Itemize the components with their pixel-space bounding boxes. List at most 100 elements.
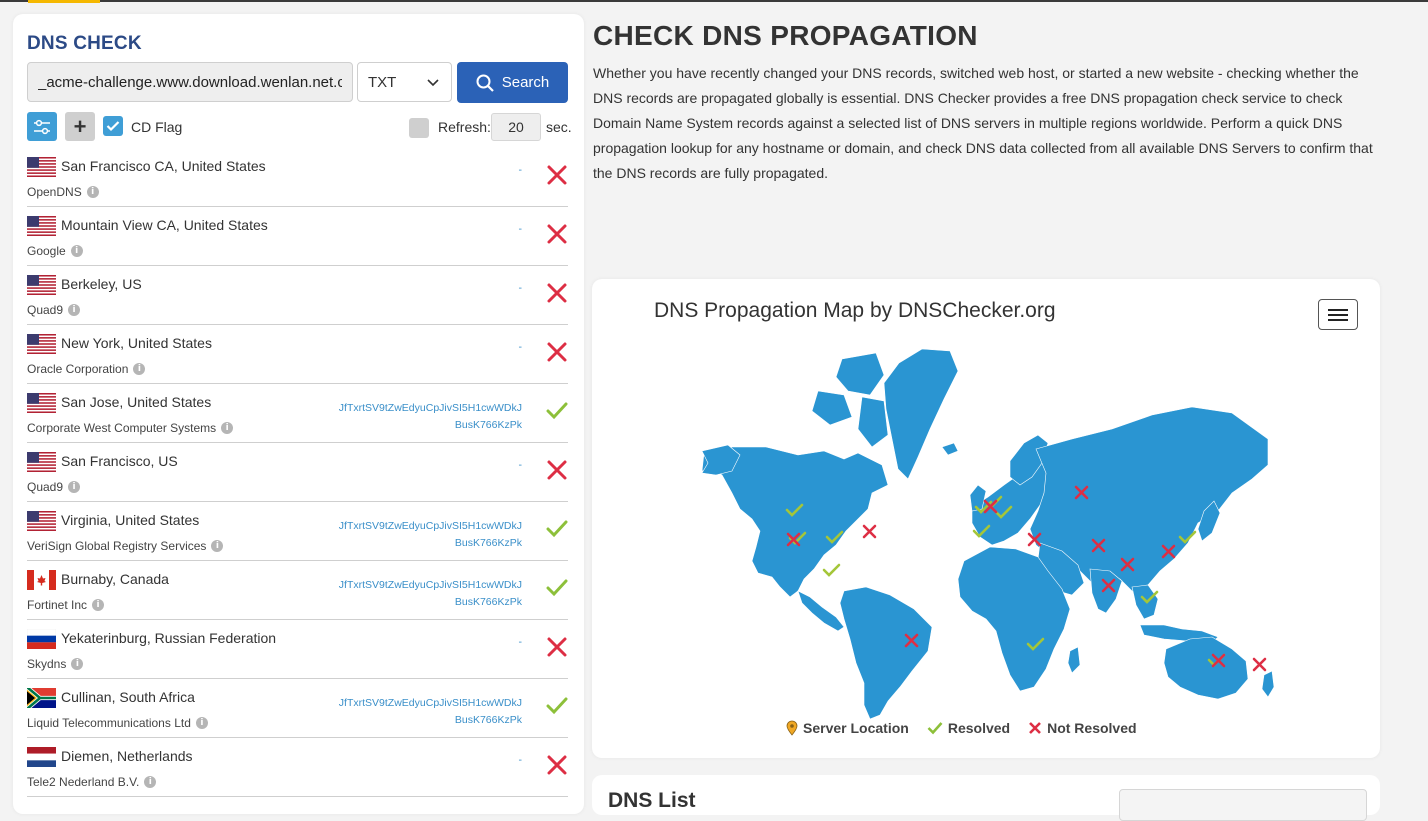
result-value: - [518, 164, 523, 176]
server-location: New York, United States [61, 335, 212, 351]
server-location: San Francisco, US [61, 453, 178, 469]
refresh-label: Refresh: [438, 119, 491, 135]
result-value: JfTxrtSV9tZwEdyuCpJivSI5H1cwWDkJ [338, 579, 522, 591]
result-cell: - [322, 221, 523, 238]
server-provider: Fortinet Inc i [27, 598, 105, 612]
server-provider: Corporate West Computer Systems i [27, 421, 234, 435]
land-australia [1163, 636, 1249, 700]
page-title: CHECK DNS PROPAGATION [593, 20, 978, 51]
result-cell: - [322, 339, 523, 356]
server-location: Diemen, Netherlands [61, 748, 193, 764]
info-icon[interactable]: i [86, 186, 99, 198]
server-location: Burnaby, Canada [61, 571, 169, 587]
cross-icon [1029, 722, 1041, 734]
info-icon[interactable]: i [68, 304, 81, 316]
result-cell: JfTxrtSV9tZwEdyuCpJivSI5H1cwWDkJ BusK766K… [322, 577, 522, 611]
result-row: Cullinan, South Africa Liquid Telecommuni… [27, 679, 568, 738]
refresh-checkbox[interactable] [409, 118, 429, 138]
dns-list-title: DNS List [608, 789, 696, 812]
record-type-value: TXT [368, 73, 397, 91]
result-value: - [518, 341, 523, 353]
result-value: - [518, 459, 523, 471]
resolved-check-icon [546, 402, 568, 420]
seconds-label: sec. [546, 119, 572, 135]
server-provider: OpenDNS i [27, 185, 99, 199]
info-icon[interactable]: i [68, 481, 81, 493]
search-button[interactable]: Search [457, 62, 568, 103]
result-cell: - [322, 457, 523, 474]
result-cell: - [322, 280, 523, 297]
info-icon[interactable]: i [195, 717, 208, 729]
legend-resolved: Resolved [927, 720, 1010, 736]
cd-flag-checkbox[interactable] [103, 116, 123, 136]
dns-list-search-input[interactable] [1119, 789, 1367, 821]
land-arctic-islands [835, 352, 885, 396]
world-map [701, 348, 1275, 720]
results-list: San Francisco CA, United States OpenDNS i -… [27, 148, 568, 797]
info-icon[interactable]: i [211, 540, 224, 552]
result-value: - [518, 754, 523, 766]
top-bar [0, 0, 1428, 2]
land-new-zealand [1261, 670, 1275, 698]
server-location: Berkeley, US [61, 276, 142, 292]
search-icon [476, 74, 494, 92]
map-legend: Server Location Resolved Not Resolved [786, 720, 1137, 736]
land-iceland [941, 442, 959, 456]
not-resolved-cross-icon [547, 755, 567, 775]
server-provider: Quad9 i [27, 480, 81, 494]
info-icon[interactable]: i [221, 422, 234, 434]
info-icon[interactable]: i [70, 245, 83, 257]
info-icon[interactable]: i [144, 776, 157, 788]
resolved-check-icon [546, 520, 568, 538]
check-icon [927, 722, 943, 735]
map-title: DNS Propagation Map by DNSChecker.org [654, 299, 1056, 322]
result-value-cont: BusK766KzPk [454, 596, 522, 608]
result-cell: JfTxrtSV9tZwEdyuCpJivSI5H1cwWDkJ BusK766K… [322, 518, 522, 552]
result-cell: JfTxrtSV9tZwEdyuCpJivSI5H1cwWDkJ BusK766K… [322, 400, 522, 434]
info-icon[interactable]: i [133, 363, 146, 375]
dns-check-panel: DNS CHECK TXT Search + CD Flag Refresh: … [13, 14, 584, 814]
info-icon[interactable]: i [71, 658, 84, 670]
panel-title: DNS CHECK [27, 33, 142, 54]
cd-flag-label: CD Flag [131, 119, 183, 135]
propagation-map-card: DNS Propagation Map by DNSChecker.org Se… [592, 279, 1380, 758]
info-icon[interactable]: i [92, 599, 105, 611]
result-value: JfTxrtSV9tZwEdyuCpJivSI5H1cwWDkJ [338, 520, 522, 532]
dns-list-card: DNS List [592, 775, 1380, 821]
record-type-select[interactable]: TXT [357, 62, 452, 102]
sliders-icon [34, 119, 50, 134]
map-pin-icon [786, 720, 798, 736]
map-menu-button[interactable] [1318, 299, 1358, 330]
options-button[interactable] [27, 112, 57, 141]
result-row: Yekaterinburg, Russian Federation Skydns i… [27, 620, 568, 679]
result-value-cont: BusK766KzPk [454, 537, 522, 549]
server-location: Cullinan, South Africa [61, 689, 195, 705]
server-provider: VeriSign Global Registry Services i [27, 539, 224, 553]
legend-not-resolved: Not Resolved [1028, 720, 1137, 736]
land-madagascar [1067, 646, 1081, 674]
server-location: San Jose, United States [61, 394, 212, 410]
legend-server-location: Server Location [786, 720, 909, 736]
result-value: JfTxrtSV9tZwEdyuCpJivSI5H1cwWDkJ [338, 402, 522, 414]
flag-us-icon [27, 216, 56, 236]
result-row: New York, United States Oracle Corporatio… [27, 325, 568, 384]
result-row: Mountain View CA, United States Google i - [27, 207, 568, 266]
resolved-check-icon [546, 697, 568, 715]
result-value: - [518, 223, 523, 235]
server-location: San Francisco CA, United States [61, 158, 266, 174]
flag-russia-icon [27, 629, 56, 649]
flag-us-icon [27, 275, 56, 295]
land-arctic-islands-2 [811, 390, 853, 426]
hostname-input[interactable] [27, 62, 353, 102]
chevron-down-icon [427, 79, 439, 87]
server-location: Mountain View CA, United States [61, 217, 268, 233]
flag-us-icon [27, 511, 56, 531]
result-cell: JfTxrtSV9tZwEdyuCpJivSI5H1cwWDkJ BusK766K… [322, 695, 522, 729]
not-resolved-cross-icon [547, 460, 567, 480]
land-central-america [797, 590, 845, 632]
server-provider: Tele2 Nederland B.V. i [27, 775, 157, 789]
search-button-label: Search [501, 74, 550, 91]
refresh-interval-input[interactable] [491, 113, 541, 141]
flag-us-icon [27, 393, 56, 413]
add-server-button[interactable]: + [65, 112, 95, 141]
